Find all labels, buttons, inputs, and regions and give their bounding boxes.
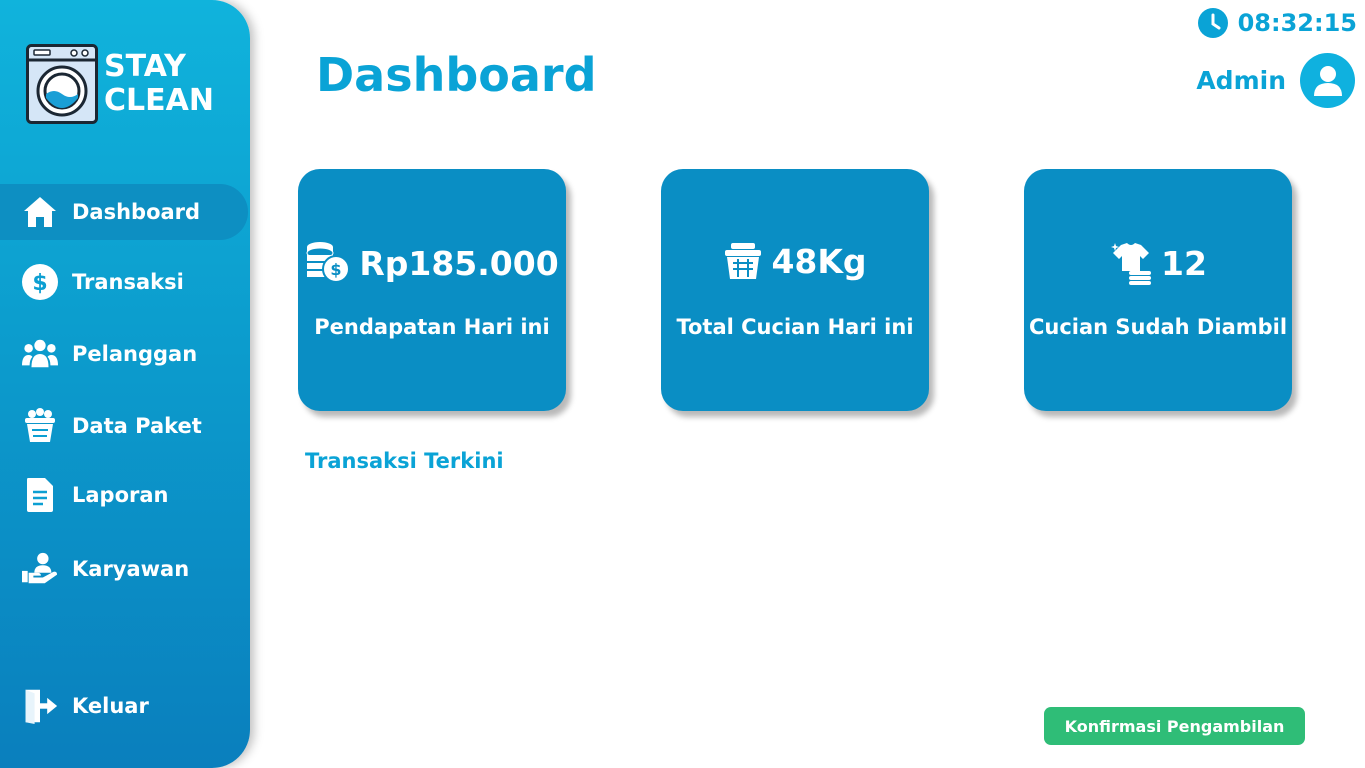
laundry-weight-label: Total Cucian Hari ini bbox=[676, 315, 914, 339]
laundry-weight-value: 48Kg bbox=[771, 241, 867, 281]
page-title: Dashboard bbox=[316, 48, 597, 102]
logout-button[interactable]: Keluar bbox=[0, 678, 248, 734]
revenue-value: Rp185.000 bbox=[359, 243, 559, 283]
sidebar-item-label: Karyawan bbox=[72, 557, 190, 581]
user-name: Admin bbox=[1196, 66, 1286, 95]
sidebar-item-label: Pelanggan bbox=[72, 342, 198, 366]
sidebar-item-label: Transaksi bbox=[72, 270, 184, 294]
user-menu[interactable]: Admin bbox=[1196, 53, 1355, 108]
sidebar-item-data-paket[interactable]: Data Paket bbox=[0, 398, 248, 454]
logo-line-2: CLEAN bbox=[104, 83, 214, 118]
revenue-label: Pendapatan Hari ini bbox=[314, 315, 550, 339]
sidebar-item-pelanggan[interactable]: Pelanggan bbox=[0, 326, 248, 382]
sidebar-item-transaksi[interactable]: $ Transaksi bbox=[0, 254, 248, 310]
employee-hand-icon bbox=[22, 551, 58, 587]
sidebar-item-label: Dashboard bbox=[72, 200, 201, 224]
sidebar-item-dashboard[interactable]: Dashboard bbox=[0, 184, 248, 240]
stat-card-revenue: $ Rp185.000 Pendapatan Hari ini bbox=[298, 169, 566, 411]
confirm-pickup-button[interactable]: Konfirmasi Pengambilan bbox=[1044, 707, 1305, 745]
picked-up-label: Cucian Sudah Diambil bbox=[1028, 315, 1288, 339]
logout-label: Keluar bbox=[72, 694, 149, 718]
coins-icon: $ bbox=[306, 242, 351, 283]
sidebar-item-laporan[interactable]: Laporan bbox=[0, 467, 248, 523]
clean-shirt-icon bbox=[1111, 243, 1152, 285]
laundry-basket-icon bbox=[725, 243, 762, 279]
logo-text: STAY CLEAN bbox=[104, 50, 214, 118]
user-icon bbox=[1313, 65, 1342, 96]
svg-text:$: $ bbox=[32, 271, 47, 296]
recent-transactions-title: Transaksi Terkini bbox=[305, 449, 504, 473]
logo: STAY CLEAN bbox=[26, 44, 214, 124]
stat-card-picked-up: 12 Cucian Sudah Diambil bbox=[1024, 169, 1292, 411]
clock-time: 08:32:15 bbox=[1237, 9, 1357, 37]
washing-machine-icon bbox=[26, 44, 98, 124]
logout-icon bbox=[22, 688, 58, 724]
sidebar-item-karyawan[interactable]: Karyawan bbox=[0, 541, 248, 597]
laundry-basket-icon bbox=[22, 408, 58, 444]
picked-up-value: 12 bbox=[1161, 243, 1207, 283]
svg-text:$: $ bbox=[331, 260, 342, 279]
users-icon bbox=[22, 336, 58, 372]
avatar[interactable] bbox=[1300, 53, 1355, 108]
document-icon bbox=[22, 477, 58, 513]
home-icon bbox=[22, 194, 58, 230]
sidebar-item-label: Laporan bbox=[72, 483, 169, 507]
clock: 08:32:15 bbox=[1197, 8, 1357, 38]
sidebar: STAY CLEAN Dashboard $ Transaksi Pelangg… bbox=[0, 0, 250, 768]
sidebar-item-label: Data Paket bbox=[72, 414, 202, 438]
clock-icon bbox=[1197, 8, 1228, 38]
logo-line-1: STAY bbox=[104, 49, 186, 84]
stat-card-laundry-weight: 48Kg Total Cucian Hari ini bbox=[661, 169, 929, 411]
dollar-icon: $ bbox=[22, 264, 58, 300]
